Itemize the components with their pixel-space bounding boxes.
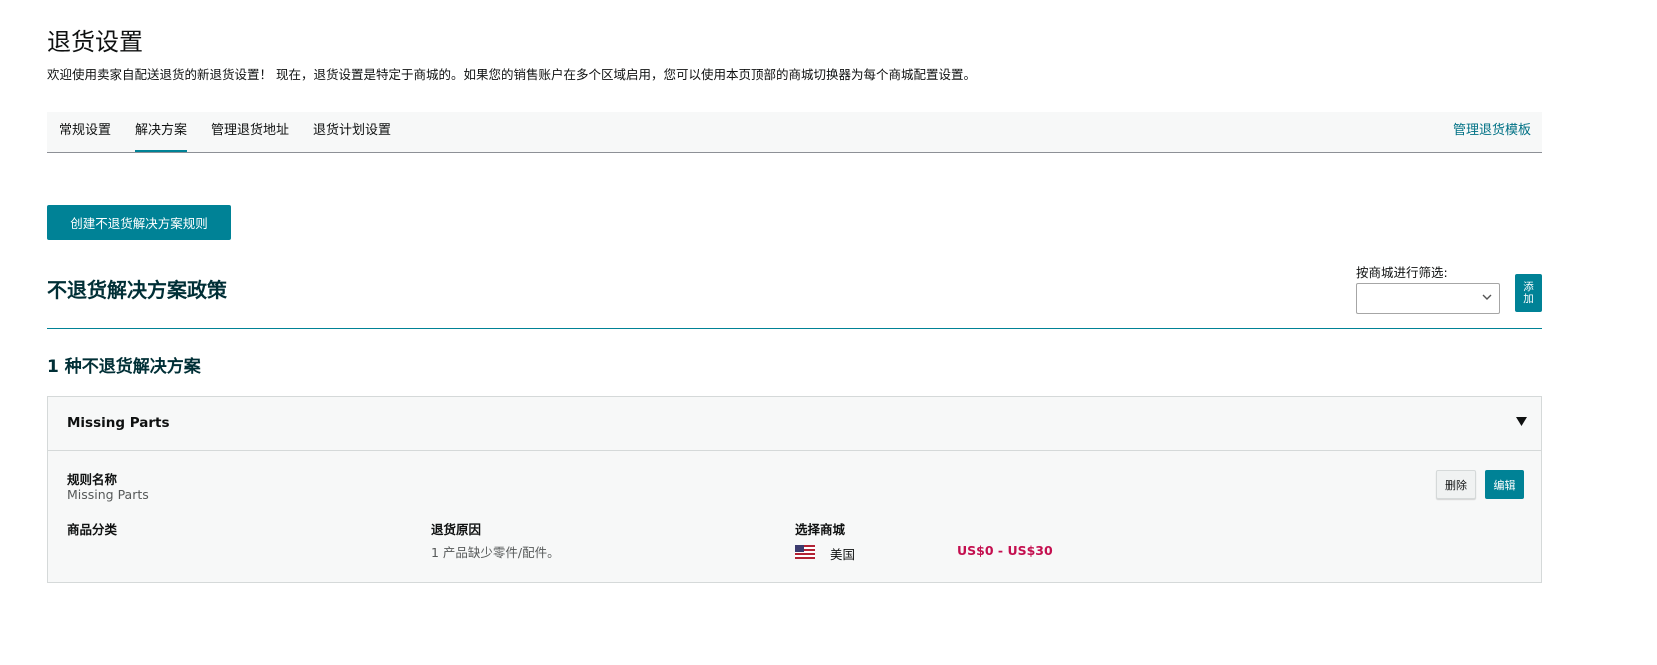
chevron-down-icon: [1481, 290, 1493, 308]
solution-count-title: 1 种不退货解决方案: [47, 357, 201, 377]
marketplace-filter-select[interactable]: [1356, 283, 1500, 314]
add-button[interactable]: 添加: [1515, 274, 1542, 312]
marketplace-country: 美国: [830, 547, 856, 562]
solution-card-header[interactable]: Missing Parts: [48, 397, 1541, 451]
product-category-label: 商品分类: [67, 522, 118, 537]
intro-text: 欢迎使用卖家自配送退货的新退货设置！ 现在，退货设置是特定于商城的。如果您的销售…: [47, 67, 976, 82]
solution-card-title: Missing Parts: [67, 415, 170, 431]
section-divider: [47, 328, 1542, 329]
solution-card: Missing Parts 规则名称 Missing Parts 删除 编辑 商…: [47, 396, 1542, 583]
create-no-return-rule-button[interactable]: 创建不退货解决方案规则: [47, 205, 231, 240]
policy-section-title: 不退货解决方案政策: [47, 278, 227, 302]
delete-button[interactable]: 删除: [1436, 470, 1476, 499]
return-reason-value: 1 产品缺少零件/配件。: [431, 545, 560, 560]
tab-general-settings[interactable]: 常规设置: [59, 112, 111, 152]
price-range: US$0 - US$30: [957, 543, 1053, 558]
us-flag-icon: [795, 544, 815, 559]
edit-button[interactable]: 编辑: [1485, 470, 1524, 499]
tab-solutions[interactable]: 解决方案: [135, 112, 188, 152]
rule-name-label: 规则名称: [67, 472, 118, 487]
marketplace-filter-label: 按商城进行筛选:: [1356, 265, 1448, 280]
add-button-label: 添加: [1523, 281, 1534, 305]
rule-name-value: Missing Parts: [67, 487, 149, 502]
tab-return-program-settings[interactable]: 退货计划设置: [313, 112, 391, 152]
select-marketplace-label: 选择商城: [795, 522, 846, 537]
tab-bar: 常规设置 解决方案 管理退货地址 退货计划设置 管理退货模板: [47, 112, 1542, 153]
triangle-down-icon[interactable]: [1516, 415, 1527, 430]
manage-return-templates-link[interactable]: 管理退货模板: [1453, 112, 1531, 149]
return-reason-label: 退货原因: [431, 522, 482, 537]
page-title: 退货设置: [47, 28, 143, 56]
tab-manage-return-address[interactable]: 管理退货地址: [211, 112, 289, 152]
